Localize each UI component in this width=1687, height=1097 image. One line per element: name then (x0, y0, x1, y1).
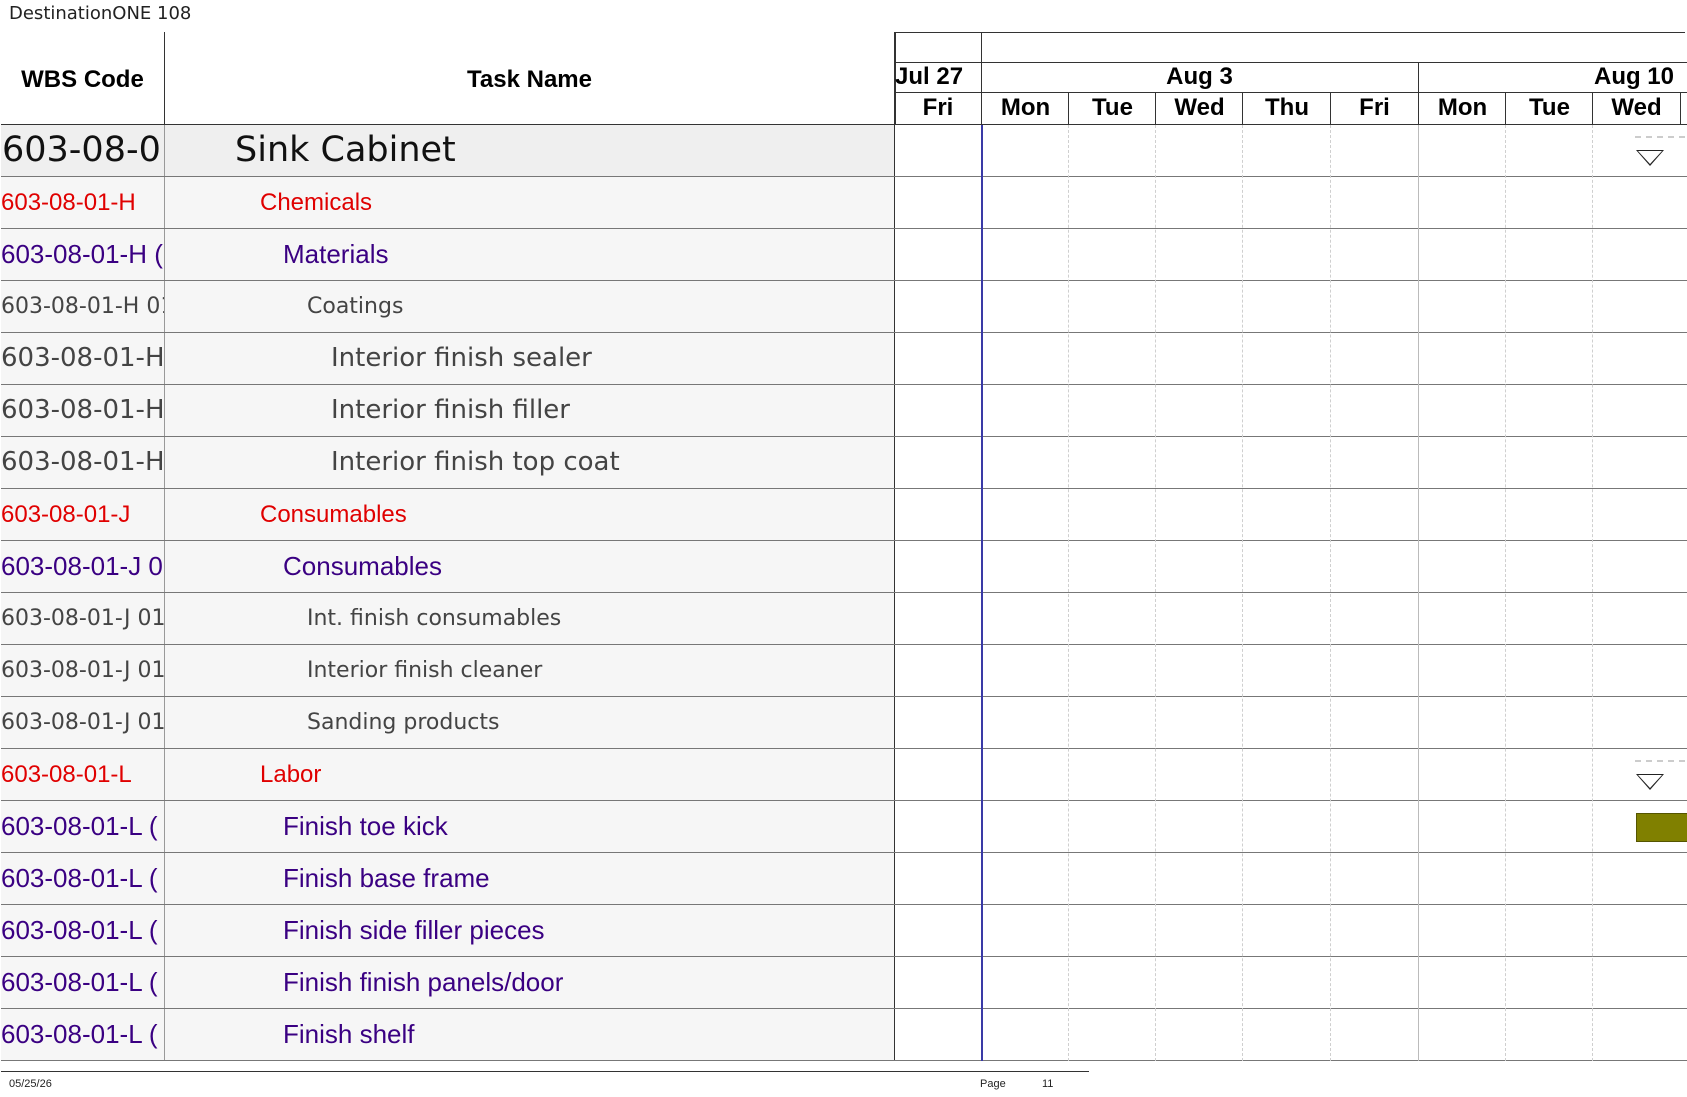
wbs-code: 603-08-01-L ( (1, 957, 165, 1008)
wbs-code: 603-08-01-J 0 (1, 541, 165, 592)
task-row[interactable]: 603-08-01-H ( Interior finish top coat (1, 437, 1687, 489)
wbs-code: 603-08-01-H ( (1, 437, 165, 488)
footer-page-number: 11 (1042, 1078, 1054, 1090)
wbs-code: 603-08-01-H ( (1, 385, 165, 436)
task-name: Interior finish filler (165, 385, 895, 436)
wbs-code: 603-08-01 (1, 125, 165, 176)
day-gridline (1330, 125, 1331, 1061)
task-row[interactable]: 603-08-01-J Consumables (1, 489, 1687, 541)
task-name: Consumables (165, 541, 895, 592)
week-label: Jul 27 (895, 63, 964, 90)
task-row[interactable]: 603-08-01-H 01 Coatings (1, 281, 1687, 333)
column-header-wbs[interactable]: WBS Code (1, 32, 165, 125)
timeline-marker-line (981, 125, 983, 1061)
day-label: Fri (1330, 92, 1418, 124)
task-name: Sanding products (165, 697, 895, 748)
day-label: Wed (1155, 92, 1243, 124)
wbs-code: 603-08-01-H 01 (1, 281, 165, 332)
task-row[interactable]: 603-08-01-H ( Materials (1, 229, 1687, 281)
task-row[interactable]: 603-08-01-J 01 Sanding products (1, 697, 1687, 749)
summary-marker-icon[interactable] (1636, 774, 1664, 790)
task-row[interactable]: 603-08-01-J 01 Int. finish consumables (1, 593, 1687, 645)
task-row[interactable]: 603-08-01-L ( Finish base frame (1, 853, 1687, 905)
day-label: Thu (1242, 92, 1331, 124)
task-row[interactable]: 603-08-01-H ( Interior finish filler (1, 385, 1687, 437)
footer-date: 05/25/26 (9, 1078, 52, 1090)
wbs-code: 603-08-01-L (1, 749, 165, 800)
task-name: Finish finish panels/door (165, 957, 895, 1008)
summary-bar-edge (1635, 760, 1685, 762)
week-gridline (1418, 125, 1419, 1061)
week-label: Aug 3 (1166, 63, 1233, 90)
day-gridline (1068, 125, 1069, 1061)
column-header-task-label: Task Name (467, 66, 592, 93)
day-label: Tue (1505, 92, 1593, 124)
column-header-wbs-label: WBS Code (21, 66, 144, 93)
wbs-code: 603-08-01-L ( (1, 801, 165, 852)
day-label: Mon (1418, 92, 1506, 124)
task-bar[interactable] (1636, 813, 1687, 842)
task-name: Interior finish cleaner (165, 645, 895, 696)
wbs-code: 603-08-01-L ( (1, 905, 165, 956)
footer-divider (1, 1071, 1089, 1072)
task-name: Labor (165, 749, 895, 800)
task-name: Materials (165, 229, 895, 280)
day-gridline (1242, 125, 1243, 1061)
task-row[interactable]: 603-08-01-L ( Finish shelf (1, 1009, 1687, 1061)
task-row[interactable]: 603-08-01 Sink Cabinet (1, 125, 1687, 177)
task-row[interactable]: 603-08-01-L ( Finish side filler pieces (1, 905, 1687, 957)
task-row[interactable]: 603-08-01-L ( Finish finish panels/door (1, 957, 1687, 1009)
task-name: Finish base frame (165, 853, 895, 904)
column-header-task[interactable]: Task Name (165, 32, 895, 125)
week-label: Aug 10 (1593, 63, 1674, 90)
wbs-code: 603-08-01-L ( (1, 1009, 165, 1060)
day-label: Fri (922, 94, 954, 121)
task-name: Interior finish top coat (165, 437, 895, 488)
wbs-code: 603-08-01-J 01 (1, 645, 165, 696)
task-name: Coatings (165, 281, 895, 332)
day-gridline (1155, 125, 1156, 1061)
task-row[interactable]: 603-08-01-J 01 Interior finish cleaner (1, 645, 1687, 697)
task-row[interactable]: 603-08-01-H Chemicals (1, 177, 1687, 229)
footer-page-label: Page (980, 1078, 1006, 1090)
summary-marker-icon[interactable] (1636, 150, 1664, 166)
wbs-code: 603-08-01-J 01 (1, 593, 165, 644)
task-row[interactable]: 603-08-01-L ( Finish toe kick (1, 801, 1687, 853)
task-row[interactable]: 603-08-01-J 0 Consumables (1, 541, 1687, 593)
wbs-code: 603-08-01-H ( (1, 229, 165, 280)
task-name: Int. finish consumables (165, 593, 895, 644)
task-name: Finish shelf (165, 1009, 895, 1060)
wbs-code: 603-08-01-L ( (1, 853, 165, 904)
day-label: Tue (1068, 92, 1156, 124)
task-row[interactable]: 603-08-01-L Labor (1, 749, 1687, 801)
task-name: Finish side filler pieces (165, 905, 895, 956)
wbs-code: 603-08-01-H ( (1, 333, 165, 384)
day-label: Mon (981, 92, 1069, 124)
wbs-code: 603-08-01-H (1, 177, 165, 228)
day-gridline (1505, 125, 1506, 1061)
timeline-header: Jul 27 Aug 3 Aug 10 Fri Mon Tue Wed Thu … (895, 32, 1687, 125)
summary-bar-edge (1635, 136, 1685, 138)
task-name: Interior finish sealer (165, 333, 895, 384)
task-row[interactable]: 603-08-01-H ( Interior finish sealer (1, 333, 1687, 385)
task-name: Sink Cabinet (165, 125, 895, 176)
day-gridline (1592, 125, 1593, 1061)
wbs-code: 603-08-01-J (1, 489, 165, 540)
task-name: Chemicals (165, 177, 895, 228)
task-name: Finish toe kick (165, 801, 895, 852)
task-name: Consumables (165, 489, 895, 540)
day-label: Wed (1592, 92, 1681, 124)
document-title: DestinationONE 108 (9, 3, 192, 24)
wbs-code: 603-08-01-J 01 (1, 697, 165, 748)
